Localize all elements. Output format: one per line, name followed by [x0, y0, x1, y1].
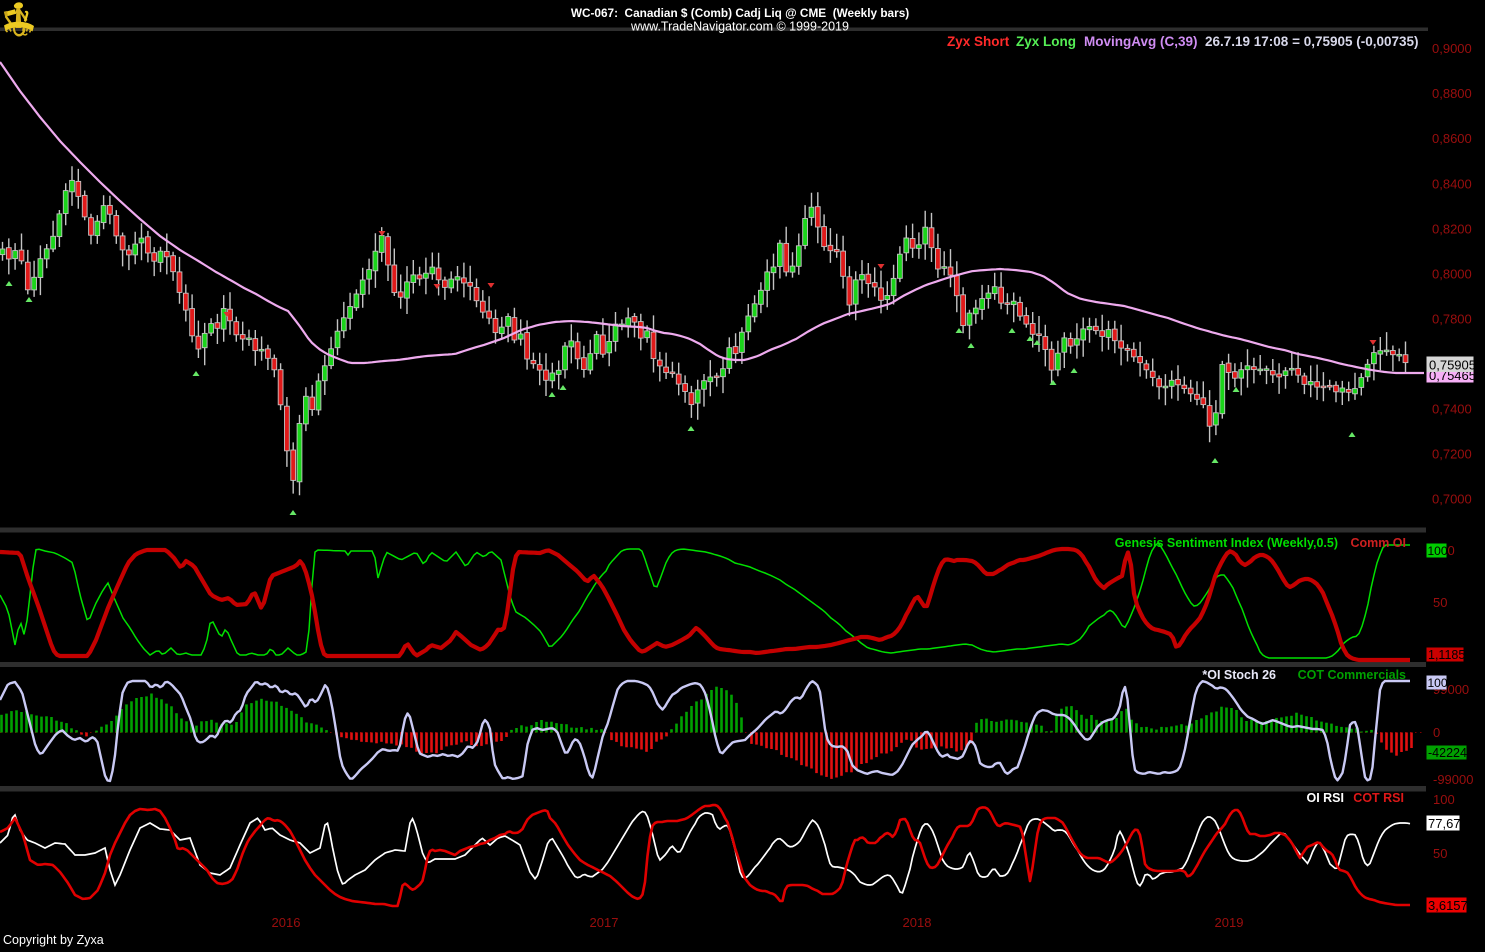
svg-text:26.7.19 17:08 = 0,75905 (-0,00: 26.7.19 17:08 = 0,75905 (-0,00735) [1205, 34, 1419, 49]
svg-text:Comm OI: Comm OI [1350, 536, 1406, 550]
svg-text:0,8600: 0,8600 [1432, 131, 1472, 146]
svg-text:50: 50 [1433, 595, 1447, 610]
svg-text:0,9000: 0,9000 [1432, 41, 1472, 56]
svg-text:0,7800: 0,7800 [1432, 311, 1472, 326]
svg-text:2017: 2017 [590, 915, 619, 930]
svg-text:100: 100 [1428, 676, 1448, 690]
svg-text:*OI Stoch 26: *OI Stoch 26 [1202, 668, 1276, 682]
svg-text:0: 0 [1433, 725, 1440, 740]
svg-text:MovingAvg (C,39): MovingAvg (C,39) [1084, 34, 1198, 49]
svg-text:2019: 2019 [1215, 915, 1244, 930]
svg-text:0,7000: 0,7000 [1432, 491, 1472, 506]
svg-text:Genesis Sentiment Index (Weekl: Genesis Sentiment Index (Weekly,0.5) [1115, 536, 1338, 550]
svg-text:0,75905: 0,75905 [1429, 358, 1476, 373]
svg-text:Zyx Long: Zyx Long [1016, 34, 1076, 49]
svg-text:Copyright by Zyxa: Copyright by Zyxa [3, 933, 104, 947]
svg-text:1,1185: 1,1185 [1428, 648, 1465, 662]
svg-text:50: 50 [1433, 846, 1447, 861]
svg-text:0,8000: 0,8000 [1432, 266, 1472, 281]
svg-text:OI RSI: OI RSI [1306, 791, 1344, 805]
svg-text:COT Commercials: COT Commercials [1298, 668, 1406, 682]
svg-text:COT RSI: COT RSI [1353, 791, 1404, 805]
svg-text:2016: 2016 [272, 915, 301, 930]
svg-text:-42224: -42224 [1428, 746, 1467, 760]
svg-text:100: 100 [1433, 792, 1455, 807]
svg-text:2018: 2018 [903, 915, 932, 930]
svg-text:0,8400: 0,8400 [1432, 176, 1472, 191]
svg-text:0,8800: 0,8800 [1432, 86, 1472, 101]
svg-text:Zyx Short: Zyx Short [947, 34, 1010, 49]
svg-text:-99000: -99000 [1433, 772, 1473, 787]
svg-text:3,6157: 3,6157 [1428, 898, 1468, 913]
svg-text:77,67: 77,67 [1428, 816, 1461, 831]
svg-text:100: 100 [1428, 544, 1448, 558]
svg-text:0,7400: 0,7400 [1432, 401, 1472, 416]
svg-text:0,7200: 0,7200 [1432, 446, 1472, 461]
svg-text:WC-067: Canadian $ (Comb) Cad: WC-067: Canadian $ (Comb) Cadj Liq @ CME… [571, 6, 909, 20]
svg-text:0,8200: 0,8200 [1432, 221, 1472, 236]
svg-text:www.TradeNavigator.com © 1999-: www.TradeNavigator.com © 1999-2019 [630, 20, 849, 34]
